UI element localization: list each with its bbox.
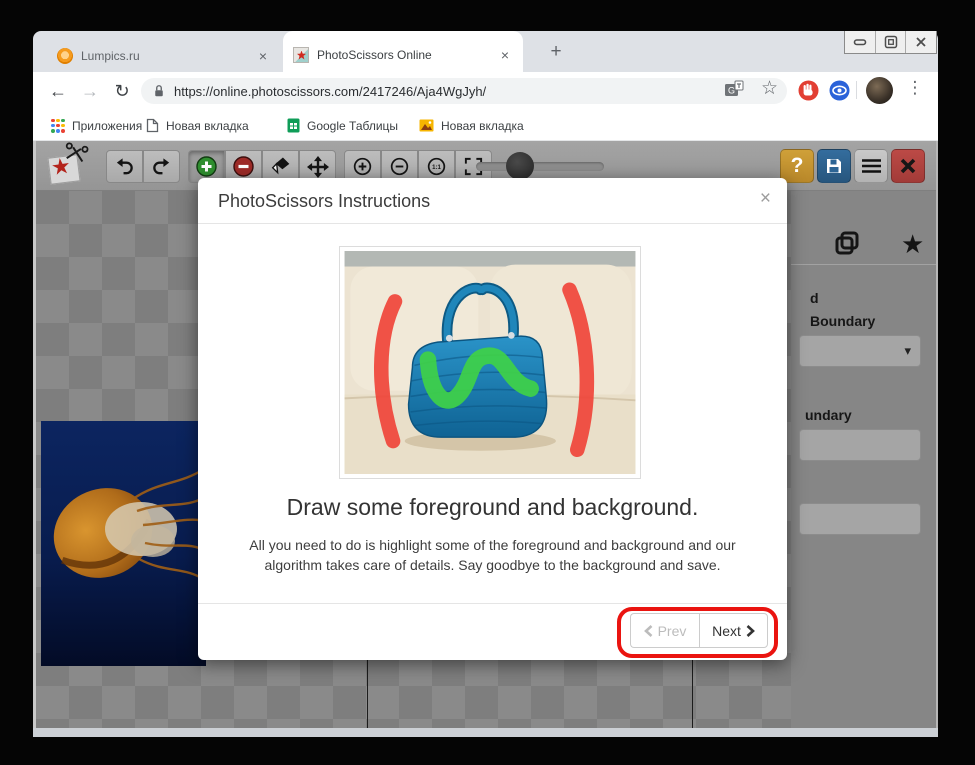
tab-label: Lumpics.ru	[81, 49, 247, 63]
forward-icon[interactable]: →	[77, 78, 103, 104]
sheets-icon	[287, 118, 300, 133]
svg-text:G: G	[728, 86, 735, 96]
lumpics-favicon-icon	[57, 48, 73, 64]
help-button[interactable]: ?	[780, 149, 814, 183]
modal-heading: Draw some foreground and background.	[198, 494, 787, 521]
bookmark-label: Новая вкладка	[441, 119, 524, 133]
offset-boundary-input[interactable]	[799, 503, 921, 535]
photoscissors-favicon-icon	[293, 47, 309, 63]
reload-icon[interactable]: ↻	[109, 78, 135, 104]
image-icon	[419, 119, 434, 132]
tab-lumpics[interactable]: Lumpics.ru ×	[47, 39, 281, 72]
brush-size-slider-track[interactable]	[476, 162, 604, 171]
screen: Lumpics.ru × PhotoScissors Online × +	[0, 0, 975, 765]
tab-photoscissors[interactable]: PhotoScissors Online ×	[283, 31, 523, 72]
clipboard-tab-icon[interactable]	[833, 229, 861, 262]
dropdown-caret-icon: ▾	[904, 343, 911, 359]
chevron-right-icon	[746, 625, 755, 637]
translate-icon[interactable]: G	[723, 79, 745, 106]
url-text: https://online.photoscissors.com/2417246…	[174, 84, 486, 99]
modal-footer-divider	[198, 603, 787, 604]
toolbar-divider	[856, 81, 857, 99]
close-window-button[interactable]	[906, 31, 936, 53]
minimize-button[interactable]	[845, 31, 876, 53]
jellyfish-image	[41, 421, 206, 666]
back-icon[interactable]: ←	[45, 78, 71, 104]
bookmarks-bar: Приложения Новая вкладка Google Таблицы …	[33, 110, 938, 141]
menu-button[interactable]	[854, 149, 888, 183]
vpn-extension-icon[interactable]	[828, 79, 851, 107]
bookmark-star-icon[interactable]: ☆	[761, 77, 778, 100]
tab-close-icon[interactable]: ×	[255, 48, 271, 64]
page-icon	[146, 118, 159, 133]
bookmark-label: Новая вкладка	[166, 119, 249, 133]
next-button[interactable]: Next	[699, 613, 768, 648]
browser-menu-icon[interactable]: ⋮	[905, 78, 925, 98]
prev-button[interactable]: Prev	[630, 613, 699, 648]
next-label: Next	[712, 623, 741, 639]
bookmark-apps[interactable]: Приложения	[51, 115, 142, 136]
modal-body-text: All you need to do is highlight some of …	[222, 536, 763, 575]
tab-close-icon[interactable]: ×	[497, 47, 513, 63]
photoscissors-logo: ★	[46, 144, 92, 188]
brush-size-slider-knob[interactable]	[506, 152, 534, 180]
apps-grid-icon	[51, 119, 65, 133]
background-label-fragment: d	[810, 290, 819, 306]
tab-strip: Lumpics.ru × PhotoScissors Online × +	[33, 31, 938, 72]
prev-label: Prev	[658, 623, 687, 639]
chevron-left-icon	[644, 625, 653, 637]
modal-title: PhotoScissors Instructions	[218, 191, 430, 212]
redo-button[interactable]	[143, 150, 180, 183]
modal-close-icon[interactable]: ×	[760, 188, 771, 210]
window-bottom-edge	[33, 728, 938, 737]
boundary-label-fragment: Boundary	[810, 313, 875, 329]
bookmark-google-sheets[interactable]: Google Таблицы	[287, 115, 398, 136]
bookmark-new-tab[interactable]: Новая вкладка	[146, 115, 249, 136]
smooth-boundary-label-fragment: undary	[805, 407, 852, 423]
instructions-modal: PhotoScissors Instructions ×	[198, 178, 787, 660]
tutorial-image-frame	[339, 246, 641, 479]
tutorial-handbag-image	[344, 251, 636, 474]
omnibox[interactable]: https://online.photoscissors.com/2417246…	[141, 78, 787, 104]
favorites-tab-icon[interactable]: ★	[901, 229, 924, 260]
bookmark-label: Google Таблицы	[307, 119, 398, 133]
sidebar-tabs-underline	[791, 264, 936, 265]
maximize-button[interactable]	[876, 31, 907, 53]
lock-icon	[153, 84, 165, 98]
options-sidebar: ★ d Boundary ▾ undary	[791, 191, 936, 728]
smooth-boundary-input[interactable]	[799, 429, 921, 461]
profile-avatar[interactable]	[866, 77, 893, 104]
modal-nav-buttons: Prev Next	[630, 613, 768, 648]
close-editor-button[interactable]	[891, 149, 925, 183]
window-controls	[844, 31, 937, 54]
bookmark-label: Приложения	[72, 119, 142, 133]
modal-header-divider	[198, 223, 787, 224]
address-bar: ← → ↻ https://online.photoscissors.com/2…	[33, 72, 938, 110]
undo-button[interactable]	[106, 150, 143, 183]
new-tab-button[interactable]: +	[545, 41, 567, 63]
adblock-extension-icon[interactable]	[797, 79, 820, 107]
bookmark-new-tab-2[interactable]: Новая вкладка	[419, 115, 524, 136]
boundary-select[interactable]: ▾	[799, 335, 921, 367]
svg-text:1:1: 1:1	[432, 164, 441, 171]
save-button[interactable]	[817, 149, 851, 183]
tab-label: PhotoScissors Online	[317, 48, 489, 62]
